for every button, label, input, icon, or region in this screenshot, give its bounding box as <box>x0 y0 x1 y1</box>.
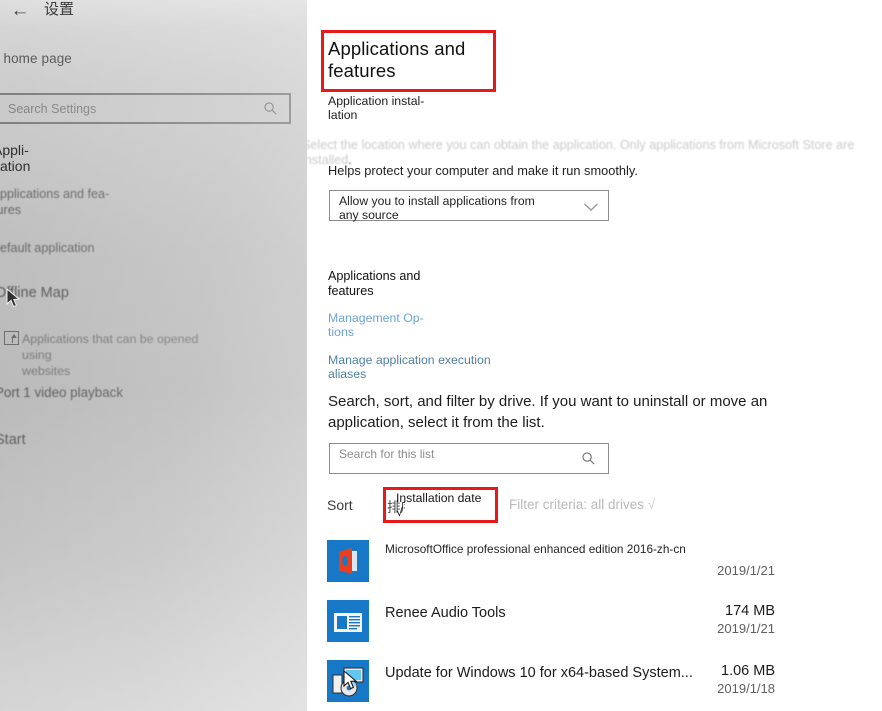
table-row[interactable]: MicrosoftOffice professional enhanced ed… <box>327 540 775 592</box>
table-row[interactable]: Renee Audio Tools 174 MB 2019/1/21 <box>327 600 775 652</box>
app-date: 2019/1/21 <box>717 563 775 578</box>
windows-update-icon <box>327 660 369 702</box>
sidebar-item-apps-opened-by-websites[interactable]: Applications that can be opened using we… <box>22 331 222 379</box>
list-search-placeholder: Search for this list <box>339 447 435 461</box>
app-date: 2019/1/21 <box>717 621 775 636</box>
app-date: 2019/1/18 <box>717 681 775 696</box>
link-manage-execution-aliases[interactable]: Manage application execution aliases <box>328 353 528 381</box>
back-arrow-icon[interactable]: ← <box>6 0 34 24</box>
sidebar-item-offline-map[interactable]: Offline Map <box>0 284 145 302</box>
filter-criteria-dropdown[interactable]: Filter criteria: all drives √ <box>509 497 655 512</box>
sort-label: Sort <box>327 497 353 513</box>
sidebar-item-default-application[interactable]: default application <box>0 240 143 256</box>
sidebar-item-applications-and-features[interactable]: applications and fea- tures <box>0 186 123 218</box>
section-heading-apps-and-features: Applications and features <box>328 269 421 298</box>
app-name: Update for Windows 10 for x64-based Syst… <box>385 665 693 681</box>
section-subheading-installation: Application instal- lation <box>328 94 425 122</box>
window-title: 设置 <box>44 0 75 18</box>
install-source-value: Allow you to install applications from a… <box>339 194 535 222</box>
list-description: Search, sort, and filter by drive. If yo… <box>328 393 768 431</box>
search-settings-placeholder: Search Settings <box>8 102 97 116</box>
search-settings-input[interactable]: Search Settings <box>0 93 291 124</box>
search-icon <box>263 101 279 119</box>
install-source-dropdown[interactable]: Allow you to install applications from a… <box>329 190 609 221</box>
sidebar-section-application: Appli- cation <box>0 142 31 174</box>
table-row[interactable]: Update for Windows 10 for x64-based Syst… <box>327 660 775 711</box>
settings-sidebar-pane: ← 设置 n home page Search Settings Appli- … <box>0 0 307 711</box>
page-title: Applications and features <box>328 38 466 81</box>
filter-criteria-check: √ <box>647 497 656 512</box>
app-name: MicrosoftOffice professional enhanced ed… <box>385 542 686 556</box>
sidebar-item-video-playback[interactable]: Port 1 video playback <box>0 384 185 402</box>
filter-criteria-label: Filter criteria: all drives <box>509 497 645 512</box>
sidebar-item-start[interactable]: Start <box>0 431 95 449</box>
search-icon <box>581 451 596 469</box>
app-size: 1.06 MB <box>721 663 775 679</box>
apps-and-features-page: Applications and features Application in… <box>307 0 882 711</box>
sidebar-home-link[interactable]: n home page <box>0 51 72 66</box>
app-name: Renee Audio Tools <box>385 605 506 621</box>
open-with-website-icon <box>4 331 19 345</box>
chevron-down-icon <box>583 199 599 211</box>
app-size: 174 MB <box>725 603 775 619</box>
sort-dropdown-value[interactable]: Installation date √ <box>396 491 491 519</box>
helper-text: Helps protect your computer and make it … <box>328 163 638 178</box>
renee-audio-tools-icon <box>327 600 369 642</box>
link-management-options[interactable]: Management Op- tions <box>328 311 438 339</box>
list-search-input[interactable]: Search for this list <box>329 443 609 474</box>
office-app-icon <box>327 540 369 582</box>
